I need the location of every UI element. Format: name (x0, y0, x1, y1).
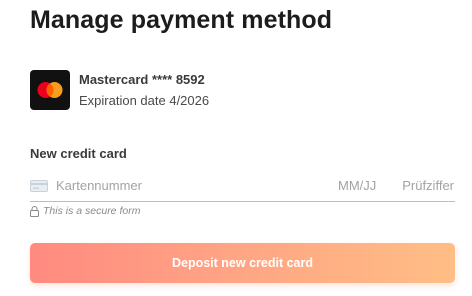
lock-icon (30, 205, 39, 217)
cvc-input[interactable] (390, 175, 454, 195)
secure-note-text: This is a secure form (43, 205, 141, 217)
saved-card-expiration: Expiration date 4/2026 (79, 93, 210, 108)
mastercard-logo-icon (30, 70, 70, 110)
saved-card-name: Mastercard **** 8592 (79, 72, 205, 87)
page-title: Manage payment method (30, 6, 333, 34)
secure-form-note: This is a secure form (30, 204, 140, 218)
saved-card[interactable]: Mastercard **** 8592 Expiration date 4/2… (30, 70, 450, 110)
expiry-input[interactable] (338, 175, 382, 195)
deposit-card-button[interactable]: Deposit new credit card (30, 243, 455, 283)
credit-card-icon (30, 179, 48, 197)
new-card-section-label: New credit card (30, 146, 127, 161)
card-input-row (30, 171, 455, 202)
card-number-input[interactable] (56, 175, 316, 195)
